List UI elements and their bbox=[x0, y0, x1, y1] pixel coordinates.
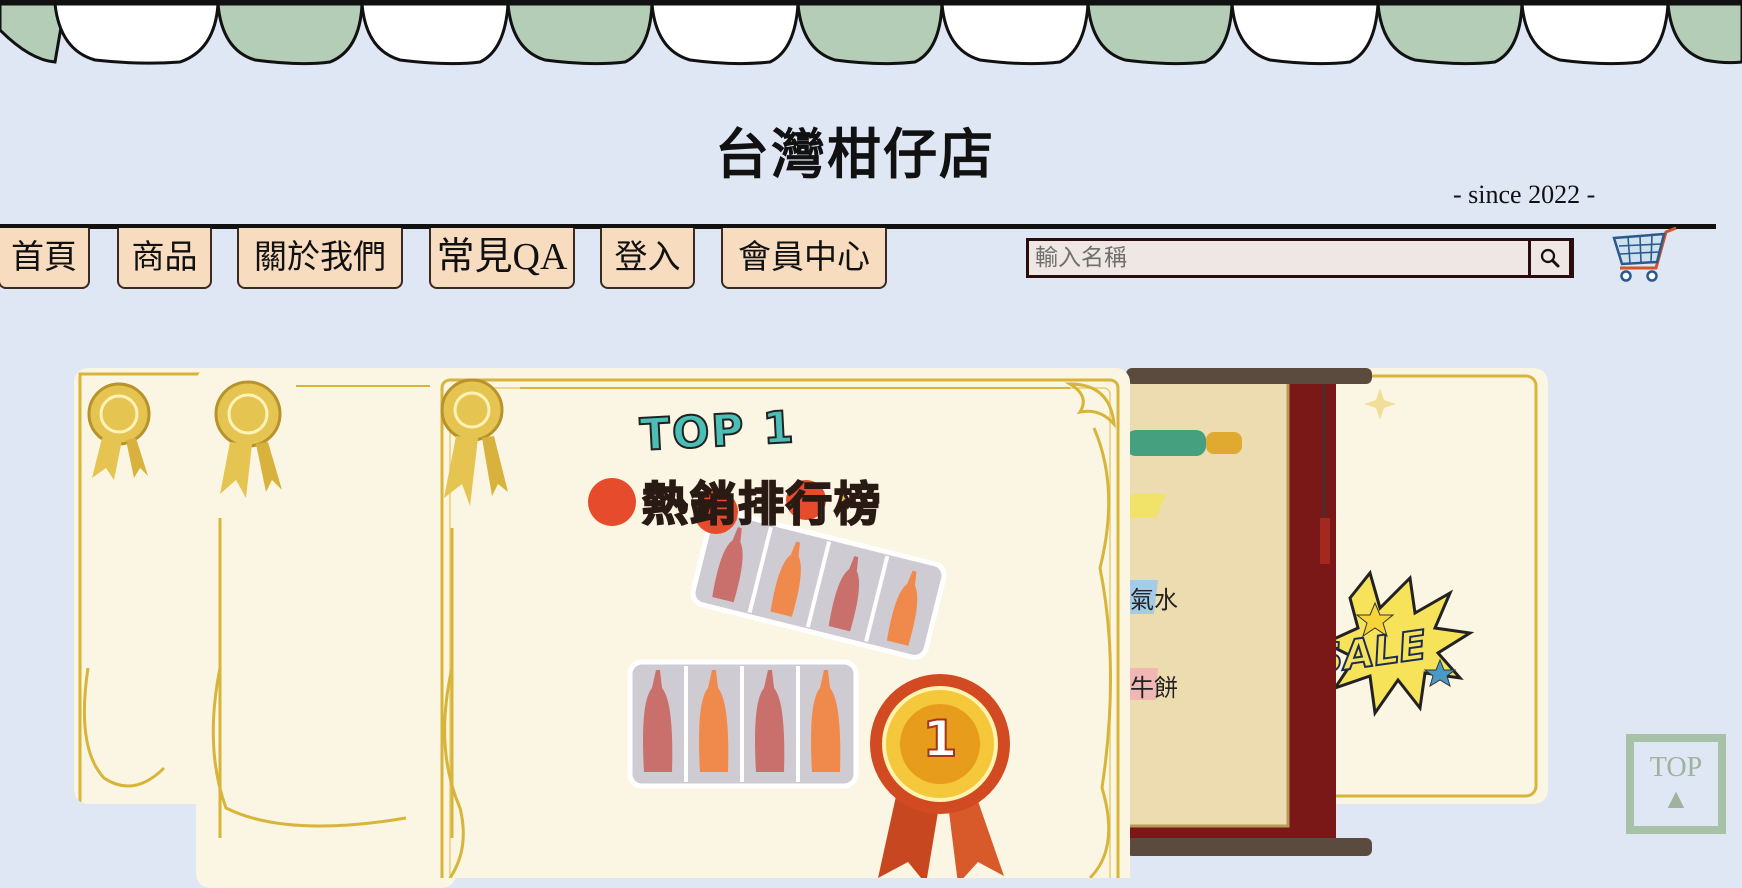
search-button[interactable] bbox=[1528, 238, 1572, 278]
nav-home[interactable]: 首頁 bbox=[0, 228, 90, 289]
nav-products[interactable]: 商品 bbox=[117, 228, 212, 289]
scroll-item-text: 牛餅 bbox=[1130, 674, 1178, 702]
award-ribbon-icon bbox=[211, 380, 456, 838]
since-tagline: - since 2022 - bbox=[1453, 180, 1596, 209]
rank-medal-number: 1 bbox=[922, 709, 959, 769]
nav-about-us[interactable]: 關於我們 bbox=[237, 228, 403, 289]
site-title: 台灣柑仔店 bbox=[715, 123, 995, 186]
nav-member-center[interactable]: 會員中心 bbox=[721, 228, 887, 289]
search-input[interactable] bbox=[1026, 238, 1574, 278]
shopping-cart-icon[interactable] bbox=[1610, 224, 1678, 286]
best-seller-heading: 熱銷排行榜 bbox=[641, 476, 882, 532]
carousel-slide-main[interactable]: TOP 1 熱銷排行榜 1 bbox=[430, 368, 1130, 878]
nav-login[interactable]: 登入 bbox=[600, 228, 695, 289]
striped-awning bbox=[0, 0, 1742, 66]
nav-faq[interactable]: 常見QA bbox=[429, 228, 575, 289]
search-icon bbox=[1540, 248, 1560, 268]
carousel-slide-scroll[interactable]: 氣水 牛餅 bbox=[1124, 368, 1372, 860]
scroll-item-text: 氣水 bbox=[1130, 586, 1178, 614]
back-to-top-button[interactable]: TOP ▲ bbox=[1626, 734, 1726, 834]
back-to-top-label: TOP bbox=[1649, 752, 1703, 783]
top-one-badge: TOP 1 bbox=[638, 401, 798, 462]
up-arrow-icon: ▲ bbox=[1662, 784, 1690, 815]
carousel-slide-back-second[interactable] bbox=[196, 368, 456, 888]
